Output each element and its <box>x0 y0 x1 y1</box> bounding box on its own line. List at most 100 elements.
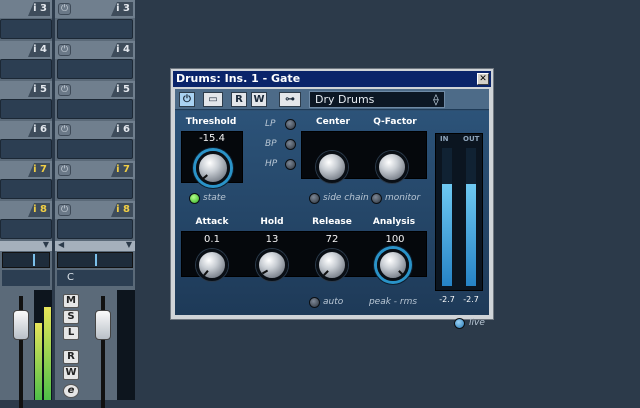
read-automation-button[interactable]: R <box>231 92 247 107</box>
attack-knob[interactable] <box>196 249 228 281</box>
bypass-power-button[interactable]: ⏻ <box>179 92 195 107</box>
window-title: Drums: Ins. 1 - Gate <box>176 72 301 85</box>
insert-slot-field[interactable] <box>57 139 133 159</box>
bypass-icon: ▭ <box>208 94 218 105</box>
window-titlebar[interactable]: Drums: Ins. 1 - Gate ✕ <box>173 71 491 87</box>
pan-marker <box>95 254 97 266</box>
collapse-arrow-icon[interactable]: ▼ <box>43 240 49 249</box>
pan-control[interactable] <box>57 252 133 268</box>
insert-slot-field[interactable] <box>0 59 52 79</box>
preset-menu-icon[interactable]: ⟠ <box>429 92 443 107</box>
center-knob[interactable] <box>316 151 348 183</box>
q-factor-label: Q-Factor <box>373 117 417 127</box>
power-icon[interactable]: ⏻ <box>58 204 71 216</box>
state-led <box>189 193 200 204</box>
knob-indicator <box>398 270 404 276</box>
insert-slot-field[interactable] <box>0 219 52 239</box>
power-icon[interactable]: ⏻ <box>58 3 71 15</box>
insert-slot-field[interactable] <box>57 59 133 79</box>
mute-button[interactable]: M <box>63 294 79 308</box>
write-automation-button[interactable]: W <box>63 366 79 380</box>
insert-slot-field[interactable] <box>0 99 52 119</box>
power-icon[interactable]: ⏻ <box>58 124 71 136</box>
plugin-settings-button[interactable]: ⊶ <box>279 92 301 107</box>
input-meter <box>442 148 452 286</box>
insert-slot-field[interactable] <box>57 99 133 119</box>
fader-section <box>0 288 52 408</box>
output-meter <box>466 148 476 286</box>
solo-button[interactable]: S <box>63 310 79 324</box>
level-meter <box>34 290 43 400</box>
peak-rms-label: peak - rms <box>368 297 418 307</box>
insert-slot-8[interactable]: i 8 <box>0 201 52 241</box>
insert-slot-field[interactable] <box>0 19 52 39</box>
write-automation-button[interactable]: W <box>251 92 267 107</box>
hold-knob[interactable] <box>256 249 288 281</box>
collapse-arrow-icon[interactable]: ▼ <box>126 240 132 249</box>
insert-slot-7[interactable]: ⏻ i 7 <box>55 161 135 201</box>
hp-filter-button[interactable] <box>285 159 296 170</box>
power-icon[interactable]: ⏻ <box>58 44 71 56</box>
in-peak-value: -2.7 <box>439 295 455 304</box>
live-button[interactable] <box>454 318 465 329</box>
bypass-button[interactable]: ▭ <box>203 92 223 107</box>
mixer-strip-2: ⏻ i 3 ⏻ i 4 ⏻ i 5 ⏻ i 6 ⏻ i 7 ⏻ i 8 ◀ ▼ … <box>55 0 135 408</box>
analysis-label: Analysis <box>372 217 416 227</box>
bp-filter-button[interactable] <box>285 139 296 150</box>
state-label: state <box>203 193 226 203</box>
insert-slot-field[interactable] <box>57 179 133 199</box>
volume-fader[interactable] <box>95 310 111 340</box>
release-knob[interactable] <box>316 249 348 281</box>
threshold-knob[interactable] <box>196 151 230 185</box>
auto-button[interactable] <box>309 297 320 308</box>
insert-slot-field[interactable] <box>0 139 52 159</box>
insert-slot-6[interactable]: ⏻ i 6 <box>55 121 135 161</box>
q-factor-knob[interactable] <box>376 151 408 183</box>
insert-slot-5[interactable]: ⏻ i 5 <box>55 81 135 121</box>
pan-header: ▼ <box>0 240 52 251</box>
insert-slot-field[interactable] <box>57 19 133 39</box>
preset-selector[interactable]: Dry Drums <box>309 91 445 108</box>
pan-value: C <box>57 270 133 286</box>
insert-slot-7[interactable]: i 7 <box>0 161 52 201</box>
fader-section: M S L R W e <box>55 288 135 408</box>
insert-slot-4[interactable]: ⏻ i 4 <box>55 41 135 81</box>
hp-filter-label: HP <box>265 159 278 169</box>
insert-slot-4[interactable]: i 4 <box>0 41 52 81</box>
insert-slot-6[interactable]: i 6 <box>0 121 52 161</box>
read-automation-button[interactable]: R <box>63 350 79 364</box>
analysis-knob[interactable] <box>377 249 409 281</box>
hold-label: Hold <box>260 217 284 227</box>
knob-indicator <box>202 174 208 180</box>
insert-slot-8[interactable]: ⏻ i 8 <box>55 201 135 241</box>
power-icon[interactable]: ⏻ <box>58 84 71 96</box>
listen-button[interactable]: L <box>63 326 79 340</box>
gate-plugin-window: Drums: Ins. 1 - Gate ✕ ⏻ ▭ R W ⊶ Dry Dru… <box>170 68 494 329</box>
hold-value: 13 <box>265 234 279 245</box>
bp-filter-label: BP <box>265 139 277 149</box>
monitor-button[interactable] <box>371 193 382 204</box>
pan-control[interactable] <box>2 252 50 268</box>
close-button[interactable]: ✕ <box>477 73 489 85</box>
insert-slot-3[interactable]: ⏻ i 3 <box>55 0 135 40</box>
center-label: Center <box>316 117 350 127</box>
out-meter-label: OUT <box>463 135 480 143</box>
edit-channel-button[interactable]: e <box>63 384 79 398</box>
io-meters: IN OUT <box>435 133 483 291</box>
power-icon[interactable]: ⏻ <box>58 164 71 176</box>
volume-fader[interactable] <box>13 310 29 340</box>
side-chain-button[interactable] <box>309 193 320 204</box>
insert-slot-field[interactable] <box>0 179 52 199</box>
collapse-arrow-icon[interactable]: ◀ <box>58 240 64 249</box>
insert-slot-field[interactable] <box>57 219 133 239</box>
knob-indicator <box>323 270 329 276</box>
pan-value <box>2 270 50 286</box>
attack-label: Attack <box>195 217 229 227</box>
insert-slot-5[interactable]: i 5 <box>0 81 52 121</box>
insert-slot-3[interactable]: i 3 <box>0 0 52 40</box>
lp-filter-button[interactable] <box>285 119 296 130</box>
level-meter <box>43 290 52 400</box>
lp-filter-label: LP <box>265 119 276 129</box>
input-meter-fill <box>442 183 452 286</box>
level-meter <box>117 290 126 400</box>
